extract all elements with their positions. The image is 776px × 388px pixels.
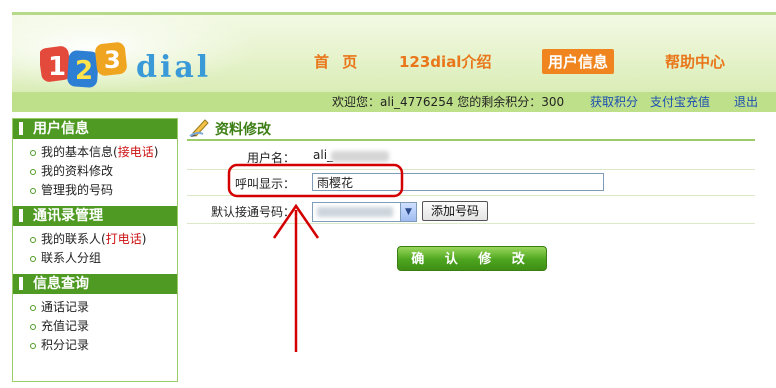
username-redaction bbox=[331, 151, 389, 162]
content-title: 资料修改 bbox=[187, 117, 755, 141]
nav-123dial-intro[interactable]: 123dial介绍 bbox=[399, 51, 491, 72]
logout-link[interactable]: 退出 bbox=[734, 92, 758, 112]
answer-call-label: 接电话 bbox=[117, 145, 154, 159]
123dial-logo[interactable]: 1 2 3 dial bbox=[40, 35, 230, 91]
default-number-select[interactable]: ▼ bbox=[312, 202, 417, 222]
svg-text:2: 2 bbox=[75, 56, 93, 86]
sidebar-item-recharge-records[interactable]: 充值记录 bbox=[13, 317, 177, 336]
welcome-bar: 欢迎您：ali_4776254 您的剩余积分：300 获取积分 支付宝充值 退出 bbox=[12, 92, 776, 112]
alipay-recharge-link[interactable]: 支付宝充值 bbox=[650, 92, 710, 112]
username-label: 用户名： bbox=[246, 151, 295, 165]
get-points-link[interactable]: 获取积分 bbox=[590, 92, 638, 112]
svg-text:1: 1 bbox=[48, 52, 66, 82]
nav-home[interactable]: 首 页 bbox=[314, 51, 361, 72]
sidebar-item-manage-numbers[interactable]: 管理我的号码 bbox=[13, 181, 177, 200]
sidebar-item-call-records[interactable]: 通话记录 bbox=[13, 298, 177, 317]
username-row: 用户名： ali_ bbox=[187, 144, 755, 170]
sidebar-item-basic-info[interactable]: 我的基本信息(接电话) bbox=[13, 143, 177, 162]
sidebar-section-user-info: 用户信息 bbox=[13, 119, 177, 139]
sidebar-item-contact-groups[interactable]: 联系人分组 bbox=[13, 249, 177, 268]
chevron-down-icon[interactable]: ▼ bbox=[400, 203, 416, 221]
site-header: 1 2 3 dial 首 页 123dial介绍 用户信息 帮助中心 bbox=[12, 12, 776, 95]
sidebar-item-my-contacts[interactable]: 我的联系人(打电话) bbox=[13, 230, 177, 249]
number-redaction bbox=[317, 207, 393, 217]
sidebar-item-points-records[interactable]: 积分记录 bbox=[13, 336, 177, 355]
sidebar: 用户信息 我的基本信息(接电话) 我的资料修改 管理我的号码 通讯录管理 我的联… bbox=[12, 118, 178, 382]
caller-display-row: 呼叫显示： 雨樱花 bbox=[187, 170, 755, 196]
caller-display-input[interactable]: 雨樱花 bbox=[312, 173, 604, 191]
add-number-button[interactable]: 添加号码 bbox=[422, 201, 489, 221]
confirm-change-button[interactable]: 确 认 修 改 bbox=[397, 246, 547, 271]
default-number-label: 默认接通号码： bbox=[210, 205, 295, 219]
svg-text:dial: dial bbox=[136, 50, 211, 85]
caller-display-label: 呼叫显示： bbox=[234, 177, 295, 191]
sidebar-section-info-query: 信息查询 bbox=[13, 274, 177, 294]
make-call-label: 打电话 bbox=[105, 232, 142, 246]
svg-text:3: 3 bbox=[104, 46, 121, 74]
pencil-icon bbox=[189, 119, 209, 137]
page-title: 资料修改 bbox=[215, 122, 271, 138]
default-number-row: 默认接通号码： ▼ 添加号码 bbox=[187, 198, 755, 224]
nav-help-center[interactable]: 帮助中心 bbox=[665, 51, 725, 72]
nav-user-info[interactable]: 用户信息 bbox=[542, 49, 615, 74]
sidebar-section-contacts: 通讯录管理 bbox=[13, 206, 177, 226]
welcome-text: 欢迎您：ali_4776254 您的剩余积分：300 bbox=[332, 95, 565, 109]
sidebar-item-edit-profile[interactable]: 我的资料修改 bbox=[13, 162, 177, 181]
